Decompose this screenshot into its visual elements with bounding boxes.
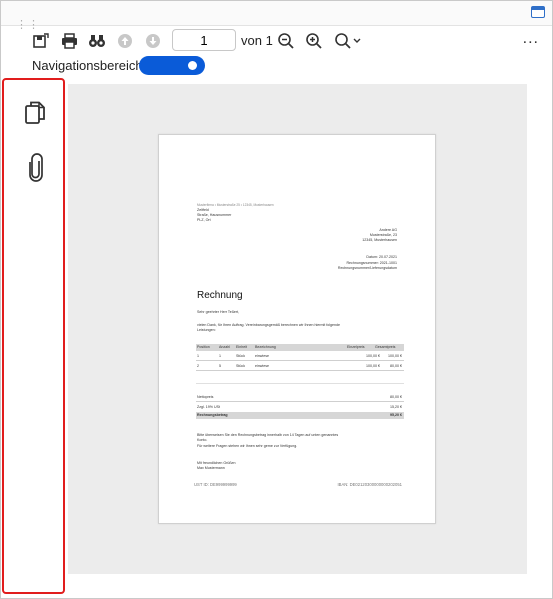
table-row-divider	[196, 370, 404, 371]
total-value: 15,20 €	[390, 405, 402, 409]
table-header: Bezeichnung	[255, 345, 276, 349]
table-cell: 5	[219, 364, 221, 368]
zoom-menu-icon[interactable]	[334, 32, 362, 50]
save-icon[interactable]	[32, 32, 50, 50]
signature-name: Max Mustermann	[197, 466, 225, 470]
drag-handle-icon[interactable]: ⋮⋮	[16, 20, 40, 31]
closing-text-3: Für weitere Fragen stehen wir Ihnen sehr…	[197, 444, 298, 448]
table-header: Einheit	[236, 345, 247, 349]
footer-iban: IBAN: DE02120300000000202051	[337, 482, 403, 487]
navigation-sidebar	[2, 78, 65, 594]
table-cell: 100,00 €	[366, 354, 380, 358]
table-cell: einwiese	[255, 364, 269, 368]
previous-page-icon[interactable]	[116, 32, 134, 50]
signature-greeting: Mit freundlichen Grüßen	[197, 461, 236, 465]
table-cell: 1	[219, 354, 221, 358]
next-page-icon[interactable]	[144, 32, 162, 50]
intro-text-2: Leistungen:	[197, 328, 216, 332]
zoom-out-icon[interactable]	[277, 32, 295, 50]
sender-line: Musterfirma • Musterstraße 25 • 12345, M…	[197, 203, 274, 207]
page-number-input[interactable]	[172, 29, 236, 51]
table-header: Position	[197, 345, 210, 349]
total-label: Zzgl. 19% USt	[197, 405, 220, 409]
table-cell: 2	[197, 364, 199, 368]
more-options-button[interactable]: ...	[523, 31, 539, 47]
toggle-knob	[188, 61, 197, 70]
table-header: Gesamtpreis	[375, 345, 396, 349]
document-title: Rechnung	[197, 290, 243, 301]
meta-date: Datum: 20.07.2021	[366, 255, 397, 259]
recipient-line-2: Straße, Hausnummer	[197, 213, 232, 217]
zoom-in-icon[interactable]	[305, 32, 323, 50]
table-header: Einzelpreis	[347, 345, 365, 349]
intro-text: vielen Dank, für Ihren Auftrag. Vereinba…	[197, 323, 341, 327]
document-page: Musterfirma • Musterstraße 25 • 12345, M…	[158, 134, 436, 524]
page-count-label: von 1	[241, 33, 273, 48]
company-line-2: Musterstraße, 23	[369, 233, 397, 237]
table-cell: 100,00 €	[388, 354, 402, 358]
table-cell: 100,00 €	[366, 364, 380, 368]
salutation: Sehr geehrter Herr Teßert,	[197, 310, 240, 314]
totals-divider	[196, 401, 404, 402]
total-label: Rechnungsbetrag	[197, 413, 228, 417]
window-layout-icon[interactable]	[531, 6, 545, 18]
total-value: 80,00 €	[390, 395, 402, 399]
company-line-3: 12345, Musterhausen	[362, 238, 397, 242]
table-cell: Stück	[236, 364, 245, 368]
attachment-icon[interactable]	[22, 152, 50, 184]
find-icon[interactable]	[88, 32, 106, 50]
closing-text-1: Bitte überweisen Sie den Rechnungsbetrag…	[197, 433, 339, 437]
navigation-pane-toggle[interactable]	[139, 56, 205, 75]
table-cell: Stück	[236, 354, 245, 358]
meta-delivery: Rechnungsnummer/Lieferungsdatum	[337, 266, 397, 270]
company-line-1: Andere AG	[379, 228, 397, 232]
table-divider	[196, 383, 404, 384]
table-cell: 80,00 €	[390, 364, 402, 368]
total-value: 95,20 €	[390, 413, 402, 417]
meta-invoice-number: Rechnungsnummer: 2021-1001	[346, 261, 397, 265]
table-cell: 1	[197, 354, 199, 358]
recipient-line-3: PLZ, Ort	[197, 218, 211, 222]
title-bar	[1, 1, 552, 26]
table-header: Anzahl	[219, 345, 230, 349]
pages-icon[interactable]	[22, 98, 50, 130]
print-icon[interactable]	[60, 32, 78, 50]
navigation-pane-label: Navigationsbereich	[32, 58, 143, 73]
total-label: Nettopreis	[197, 395, 214, 399]
footer-vat-id: UST ID: DE999999999	[194, 482, 237, 487]
closing-text-2: Konto.	[197, 438, 208, 442]
recipient-line-1: Zeltfeld	[197, 208, 209, 212]
table-row-divider	[196, 360, 404, 361]
table-cell: einwiese	[255, 354, 269, 358]
